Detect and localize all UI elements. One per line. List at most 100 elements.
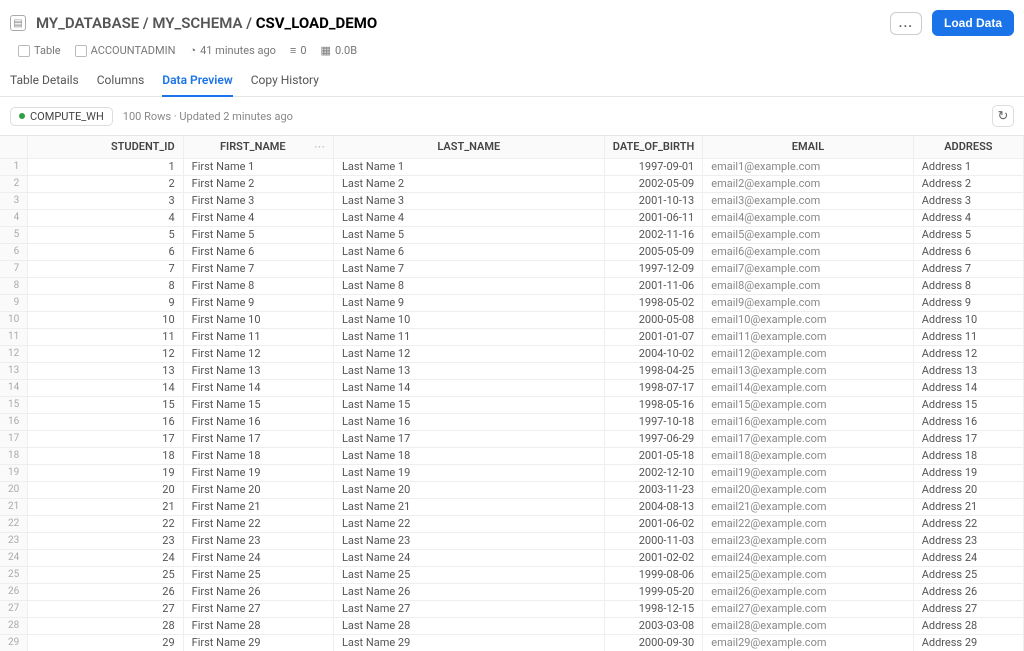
cell-dob: 2001-02-02: [604, 550, 703, 567]
table-row[interactable]: 1414First Name 14Last Name 141998-07-17e…: [0, 380, 1024, 397]
status-dot-icon: [19, 113, 25, 119]
cell-email: email29@example.com: [703, 635, 913, 651]
breadcrumb-db[interactable]: MY_DATABASE: [36, 14, 139, 32]
rownum-cell: 29: [0, 635, 28, 651]
tab-columns[interactable]: Columns: [97, 65, 145, 96]
table-row[interactable]: 2323First Name 23Last Name 232000-11-03e…: [0, 533, 1024, 550]
table-row[interactable]: 33First Name 3Last Name 32001-10-13email…: [0, 193, 1024, 210]
column-menu-icon[interactable]: ⋯: [314, 136, 325, 158]
cell-student-id: 14: [28, 380, 183, 397]
grid-scroll[interactable]: STUDENT_ID FIRST_NAME⋯ LAST_NAME DATE_OF…: [0, 136, 1024, 651]
tab-table-details[interactable]: Table Details: [10, 65, 79, 96]
load-data-button[interactable]: Load Data: [932, 10, 1014, 36]
col-email[interactable]: EMAIL: [703, 136, 913, 159]
table-row[interactable]: 55First Name 5Last Name 52002-11-16email…: [0, 227, 1024, 244]
table-row[interactable]: 1717First Name 17Last Name 171997-06-29e…: [0, 431, 1024, 448]
cell-dob: 1999-08-06: [604, 567, 703, 584]
table-row[interactable]: 2121First Name 21Last Name 212004-08-13e…: [0, 499, 1024, 516]
table-row[interactable]: 1818First Name 18Last Name 182001-05-18e…: [0, 448, 1024, 465]
cell-first-name: First Name 27: [183, 601, 333, 618]
table-row[interactable]: 2828First Name 28Last Name 282003-03-08e…: [0, 618, 1024, 635]
cell-student-id: 25: [28, 567, 183, 584]
cell-email: email23@example.com: [703, 533, 913, 550]
cell-address: Address 4: [913, 210, 1023, 227]
breadcrumb-schema[interactable]: MY_SCHEMA: [152, 14, 242, 32]
cell-first-name: First Name 16: [183, 414, 333, 431]
cell-email: email24@example.com: [703, 550, 913, 567]
table-row[interactable]: 11First Name 1Last Name 11997-09-01email…: [0, 159, 1024, 176]
cell-last-name: Last Name 26: [333, 584, 604, 601]
page-header: ▤ MY_DATABASE / MY_SCHEMA / CSV_LOAD_DEM…: [0, 0, 1024, 40]
table-row[interactable]: 2929First Name 29Last Name 292000-09-30e…: [0, 635, 1024, 651]
database-icon: ▤: [10, 15, 26, 31]
table-row[interactable]: 1515First Name 15Last Name 151998-05-16e…: [0, 397, 1024, 414]
cell-dob: 2001-06-02: [604, 516, 703, 533]
table-row[interactable]: 99First Name 9Last Name 91998-05-02email…: [0, 295, 1024, 312]
cell-address: Address 11: [913, 329, 1023, 346]
cell-email: email12@example.com: [703, 346, 913, 363]
table-row[interactable]: 44First Name 4Last Name 42001-06-11email…: [0, 210, 1024, 227]
tab-data-preview[interactable]: Data Preview: [162, 65, 232, 97]
cell-email: email21@example.com: [703, 499, 913, 516]
cell-dob: 2000-09-30: [604, 635, 703, 651]
data-table: STUDENT_ID FIRST_NAME⋯ LAST_NAME DATE_OF…: [0, 136, 1024, 651]
cell-last-name: Last Name 9: [333, 295, 604, 312]
table-row[interactable]: 88First Name 8Last Name 82001-11-06email…: [0, 278, 1024, 295]
table-row[interactable]: 22First Name 2Last Name 22002-05-09email…: [0, 176, 1024, 193]
rownum-cell: 19: [0, 465, 28, 482]
cell-last-name: Last Name 7: [333, 261, 604, 278]
more-actions-button[interactable]: ...: [890, 12, 922, 35]
cell-email: email13@example.com: [703, 363, 913, 380]
cell-dob: 2001-01-07: [604, 329, 703, 346]
tab-copy-history[interactable]: Copy History: [251, 65, 319, 96]
col-first-name[interactable]: FIRST_NAME⋯: [183, 136, 333, 159]
rownum-cell: 25: [0, 567, 28, 584]
table-row[interactable]: 2020First Name 20Last Name 202003-11-23e…: [0, 482, 1024, 499]
rownum-cell: 2: [0, 176, 28, 193]
cell-dob: 2005-05-09: [604, 244, 703, 261]
rownum-header: [0, 136, 28, 159]
cell-address: Address 12: [913, 346, 1023, 363]
cell-last-name: Last Name 14: [333, 380, 604, 397]
cell-address: Address 6: [913, 244, 1023, 261]
table-row[interactable]: 2626First Name 26Last Name 261999-05-20e…: [0, 584, 1024, 601]
cell-first-name: First Name 1: [183, 159, 333, 176]
table-row[interactable]: 1111First Name 11Last Name 112001-01-07e…: [0, 329, 1024, 346]
col-address[interactable]: ADDRESS: [913, 136, 1023, 159]
table-row[interactable]: 2727First Name 27Last Name 271998-12-15e…: [0, 601, 1024, 618]
rows-icon: ≡: [290, 44, 296, 57]
cell-first-name: First Name 5: [183, 227, 333, 244]
refresh-button[interactable]: ↻: [992, 105, 1014, 127]
cell-email: email16@example.com: [703, 414, 913, 431]
rownum-cell: 7: [0, 261, 28, 278]
rownum-cell: 14: [0, 380, 28, 397]
table-row[interactable]: 2424First Name 24Last Name 242001-02-02e…: [0, 550, 1024, 567]
cell-email: email22@example.com: [703, 516, 913, 533]
table-row[interactable]: 77First Name 7Last Name 71997-12-09email…: [0, 261, 1024, 278]
table-row[interactable]: 1616First Name 16Last Name 161997-10-18e…: [0, 414, 1024, 431]
rownum-cell: 3: [0, 193, 28, 210]
rownum-cell: 10: [0, 312, 28, 329]
table-row[interactable]: 66First Name 6Last Name 62005-05-09email…: [0, 244, 1024, 261]
cell-last-name: Last Name 23: [333, 533, 604, 550]
cell-email: email15@example.com: [703, 397, 913, 414]
cell-last-name: Last Name 17: [333, 431, 604, 448]
table-row[interactable]: 1010First Name 10Last Name 102000-05-08e…: [0, 312, 1024, 329]
table-row[interactable]: 1313First Name 13Last Name 131998-04-25e…: [0, 363, 1024, 380]
table-row[interactable]: 1919First Name 19Last Name 192002-12-10e…: [0, 465, 1024, 482]
warehouse-chip[interactable]: COMPUTE_WH: [10, 107, 113, 126]
cell-first-name: First Name 6: [183, 244, 333, 261]
table-row[interactable]: 2525First Name 25Last Name 251999-08-06e…: [0, 567, 1024, 584]
table-row[interactable]: 1212First Name 12Last Name 122004-10-02e…: [0, 346, 1024, 363]
col-dob[interactable]: DATE_OF_BIRTH: [604, 136, 703, 159]
table-row[interactable]: 2222First Name 22Last Name 222001-06-02e…: [0, 516, 1024, 533]
rownum-cell: 15: [0, 397, 28, 414]
col-last-name[interactable]: LAST_NAME: [333, 136, 604, 159]
cell-dob: 2004-10-02: [604, 346, 703, 363]
cell-address: Address 5: [913, 227, 1023, 244]
rownum-cell: 9: [0, 295, 28, 312]
cell-student-id: 12: [28, 346, 183, 363]
cell-last-name: Last Name 3: [333, 193, 604, 210]
rownum-cell: 13: [0, 363, 28, 380]
col-student-id[interactable]: STUDENT_ID: [28, 136, 183, 159]
